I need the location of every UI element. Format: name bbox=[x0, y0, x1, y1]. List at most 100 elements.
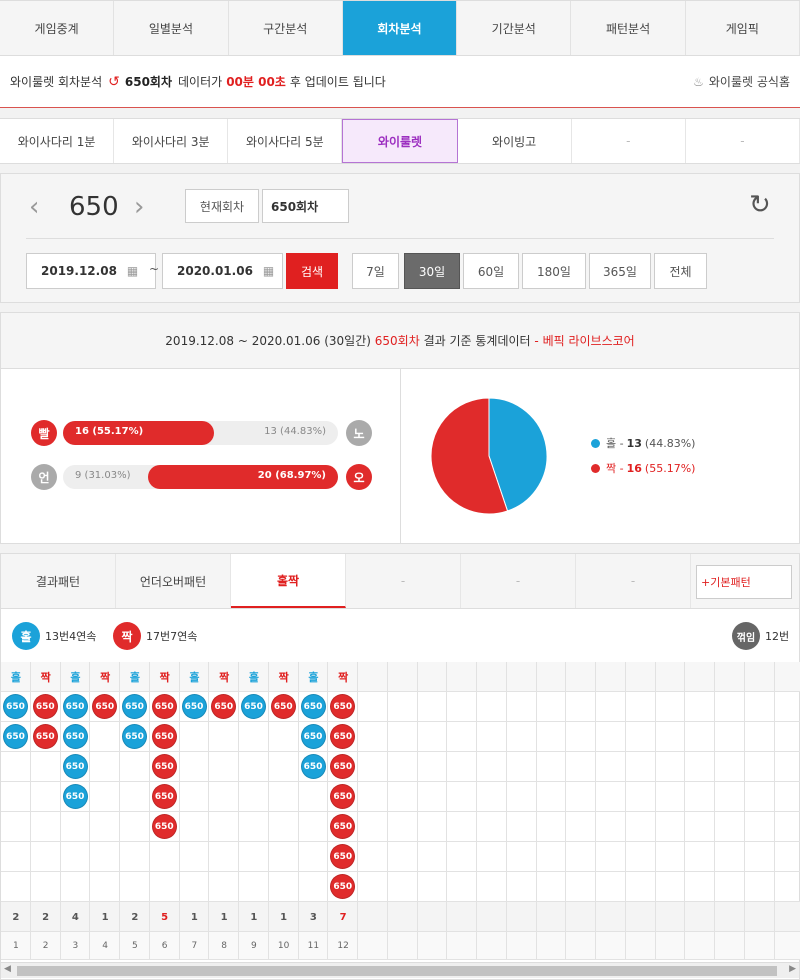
grid-cell bbox=[566, 812, 596, 842]
grid-cell bbox=[239, 752, 269, 782]
subtab-roulette[interactable]: 와이룰렛 bbox=[342, 119, 458, 163]
grid-cell bbox=[506, 872, 537, 902]
bar-left-label: 9 (31.03%) bbox=[75, 470, 131, 481]
grid-cell bbox=[744, 692, 775, 722]
stats-header: 2019.12.08 ~ 2020.01.06 (30일간) 650회차 결과 … bbox=[1, 313, 799, 369]
period-7d-button[interactable]: 7일 bbox=[352, 253, 399, 289]
tab-daily-analysis[interactable]: 일별분석 bbox=[114, 1, 229, 55]
tab-period-analysis[interactable]: 기간분석 bbox=[457, 1, 572, 55]
grid-cell bbox=[239, 872, 269, 902]
grid-cell bbox=[1, 842, 31, 872]
grid-cell bbox=[90, 722, 120, 752]
horizontal-scrollbar[interactable]: ◀ ▶ bbox=[1, 962, 799, 978]
search-button[interactable]: 검색 bbox=[286, 253, 338, 289]
grid-cell bbox=[477, 872, 507, 902]
end-date-field[interactable]: 2020.01.06 ▦ bbox=[162, 253, 283, 289]
period-60d-button[interactable]: 60일 bbox=[463, 253, 519, 289]
round-select[interactable]: 650회차 bbox=[262, 189, 349, 223]
legend-odd-value: 13 bbox=[626, 436, 642, 450]
result-ball: 650 bbox=[122, 694, 147, 719]
ptab-result[interactable]: 결과패턴 bbox=[1, 554, 116, 608]
official-home-link[interactable]: ♨ 와이룰렛 공식홈 bbox=[693, 73, 790, 90]
column-index: 9 bbox=[251, 941, 257, 951]
legend-odd-name: 홀 bbox=[606, 437, 617, 450]
grid-cell bbox=[774, 872, 800, 902]
grid-index-cell bbox=[536, 932, 567, 960]
grid-cell bbox=[268, 872, 299, 902]
subtab-bingo[interactable]: 와이빙고 bbox=[458, 119, 572, 163]
subtab-ladder-1min[interactable]: 와이사다리 1분 bbox=[0, 119, 115, 163]
grid-cell bbox=[268, 722, 299, 752]
grid-cell bbox=[715, 692, 745, 722]
tab-game-broadcast[interactable]: 게임중계 bbox=[0, 1, 115, 55]
grid-cell bbox=[417, 782, 448, 812]
scrollbar-thumb[interactable] bbox=[17, 966, 777, 976]
period-365d-button[interactable]: 365일 bbox=[589, 253, 651, 289]
grid-cell bbox=[715, 722, 745, 752]
grid-index-cell bbox=[417, 932, 448, 960]
grid-cell bbox=[447, 812, 477, 842]
column-count: 4 bbox=[71, 911, 79, 923]
grid-cell bbox=[268, 842, 299, 872]
calendar-icon: ▦ bbox=[262, 264, 275, 278]
column-index: 4 bbox=[102, 941, 108, 951]
grid-cell bbox=[774, 722, 800, 752]
column-count: 1 bbox=[250, 911, 258, 923]
ptab-under-over[interactable]: 언더오버패턴 bbox=[116, 554, 231, 608]
grid-cell bbox=[596, 782, 626, 812]
result-ball: 650 bbox=[241, 694, 266, 719]
period-all-button[interactable]: 전체 bbox=[654, 253, 707, 289]
grid-cell bbox=[685, 692, 715, 722]
tab-game-pick[interactable]: 게임픽 bbox=[686, 1, 800, 55]
grid-head-cell bbox=[715, 662, 745, 692]
ptab-odd-even[interactable]: 홀짝 bbox=[231, 554, 346, 608]
grid-cell bbox=[358, 692, 388, 722]
result-ball: 650 bbox=[300, 754, 326, 779]
grid-cell bbox=[566, 872, 596, 902]
scroll-left-icon[interactable]: ◀ bbox=[4, 964, 11, 974]
current-round-button[interactable]: 현재회차 bbox=[185, 189, 259, 223]
pattern-panel: 결과패턴 언더오버패턴 홀짝 - - - +기본패턴 홀 13번4연속 짝 17… bbox=[0, 553, 800, 980]
tab-round-analysis[interactable]: 회차분석 bbox=[342, 1, 458, 55]
start-date-value: 2019.12.08 bbox=[41, 264, 117, 278]
grid-cell bbox=[596, 692, 626, 722]
subtab-ladder-5min[interactable]: 와이사다리 5분 bbox=[228, 119, 343, 163]
start-date-field[interactable]: 2019.12.08 ▦ bbox=[26, 253, 156, 289]
subtab-empty: - bbox=[686, 119, 800, 163]
tab-pattern-analysis[interactable]: 패턴분석 bbox=[571, 1, 686, 55]
grid-count-cell bbox=[774, 902, 800, 932]
grid-cell bbox=[298, 782, 329, 812]
grid-cell bbox=[298, 872, 329, 902]
period-30d-button[interactable]: 30일 bbox=[404, 253, 460, 289]
period-180d-button[interactable]: 180일 bbox=[522, 253, 586, 289]
grid-cell bbox=[774, 812, 800, 842]
grid-cell bbox=[596, 872, 626, 902]
result-ball: 650 bbox=[62, 754, 88, 779]
refresh-icon[interactable]: ↻ bbox=[749, 190, 771, 220]
result-ball: 650 bbox=[300, 694, 326, 719]
chevron-left-icon[interactable]: ‹ bbox=[29, 192, 39, 222]
column-index: 2 bbox=[42, 941, 49, 951]
basic-pattern-button[interactable]: +기본패턴 bbox=[696, 565, 792, 599]
grid-cell bbox=[358, 722, 388, 752]
scroll-right-icon[interactable]: ▶ bbox=[789, 964, 796, 974]
grid-count-cell bbox=[566, 902, 596, 932]
grid-cell bbox=[179, 752, 210, 782]
even-streak-text: 17번7연속 bbox=[146, 630, 198, 643]
column-head: 홀 bbox=[10, 671, 21, 684]
grid-cell bbox=[506, 842, 537, 872]
result-ball: 650 bbox=[151, 724, 177, 749]
column-head: 짝 bbox=[219, 671, 230, 684]
grid-cell bbox=[655, 752, 686, 782]
chevron-right-icon[interactable]: › bbox=[134, 192, 144, 222]
grid-cell bbox=[209, 812, 239, 842]
grid-index-cell bbox=[447, 932, 477, 960]
result-ball: 650 bbox=[62, 724, 88, 749]
result-ball: 650 bbox=[181, 694, 207, 719]
grid-cell bbox=[655, 842, 686, 872]
tab-section-analysis[interactable]: 구간분석 bbox=[229, 1, 343, 55]
subtab-ladder-3min[interactable]: 와이사다리 3분 bbox=[114, 119, 229, 163]
pattern-summary: 홀 13번4연속 짝 17번7연속 꺾임 12번 bbox=[1, 610, 800, 662]
grid-cell bbox=[715, 842, 745, 872]
grid-index-cell bbox=[685, 932, 715, 960]
